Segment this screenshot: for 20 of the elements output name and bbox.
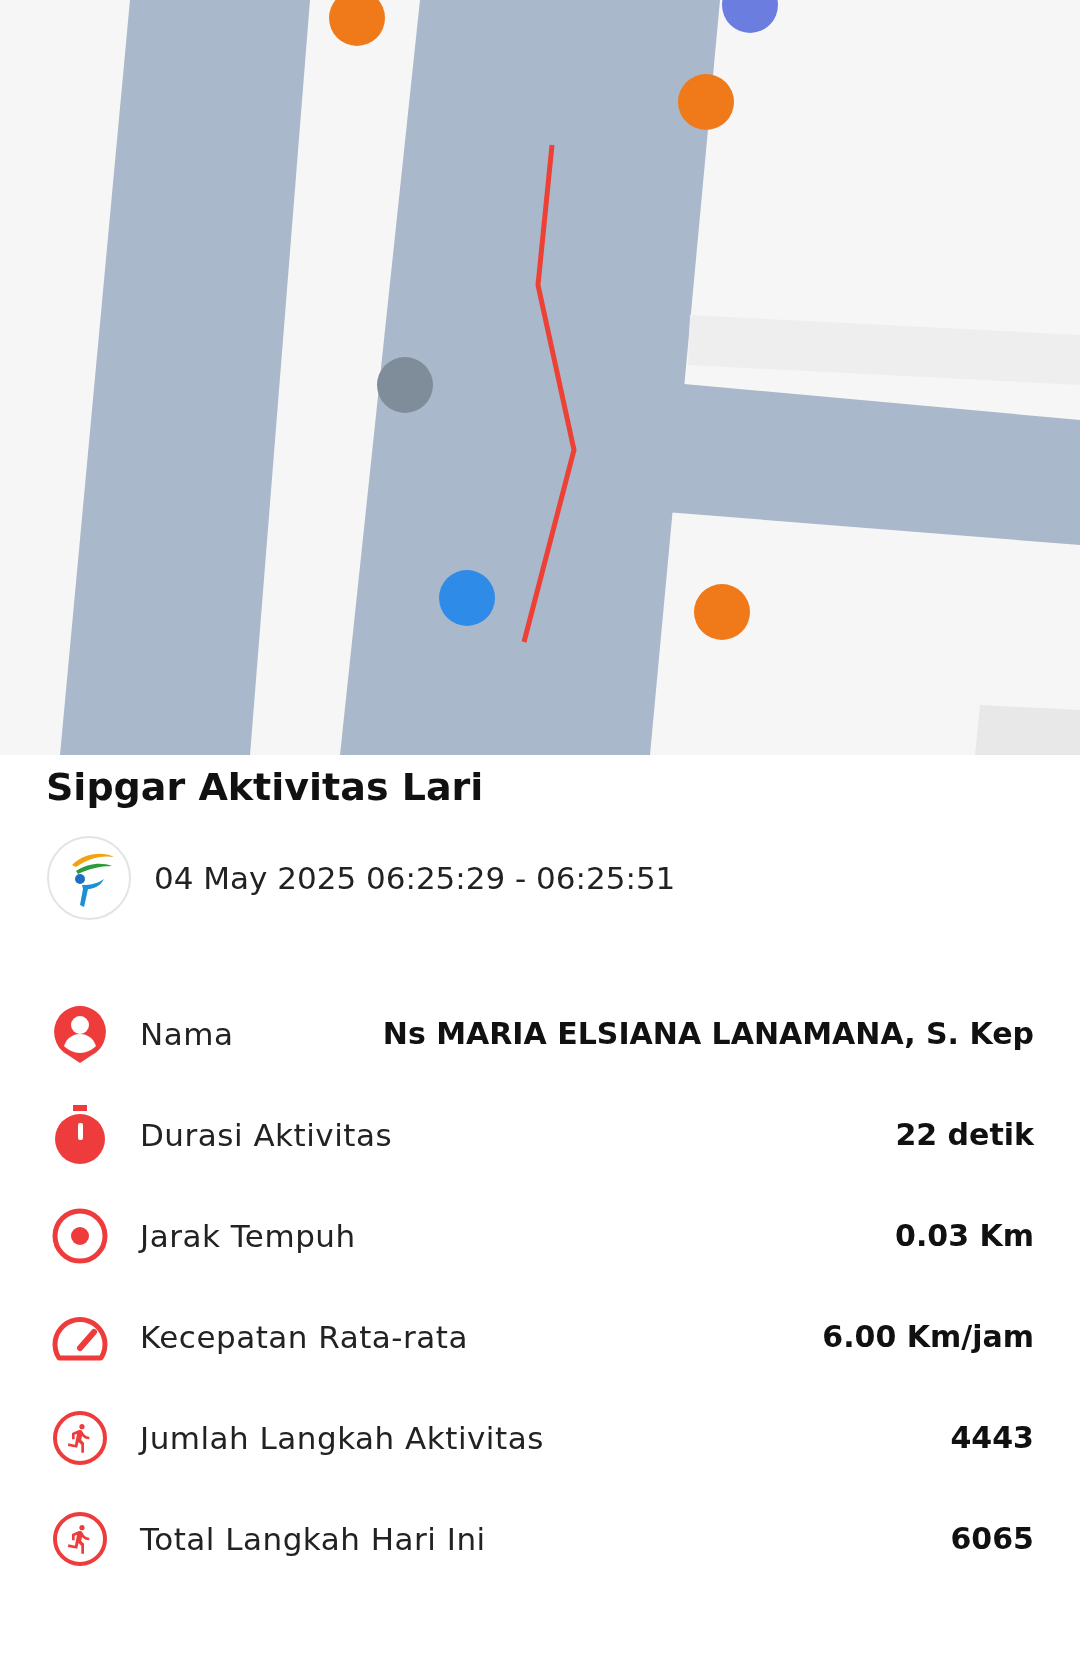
stat-label: Durasi Aktivitas: [140, 1116, 394, 1153]
person-icon: [52, 1003, 108, 1064]
target-icon: [51, 1206, 109, 1265]
stat-label: Jarak Tempuh: [140, 1217, 357, 1254]
stat-label: Nama: [140, 1015, 235, 1052]
stat-value: 0.03 Km: [895, 1218, 1034, 1253]
stopwatch-icon: [53, 1104, 107, 1165]
date-range: 04 May 2025 06:25:29 - 06:25:51: [154, 860, 676, 896]
stat-label: Kecepatan Rata-rata: [140, 1318, 469, 1355]
stat-label: Total Langkah Hari Ini: [140, 1520, 487, 1557]
runner-logo-icon: [46, 835, 132, 921]
page-title: Sipgar Aktivitas Lari: [46, 765, 485, 809]
stat-value: Ns MARIA ELSIANA LANAMANA, S. Kep: [382, 1016, 1034, 1051]
stat-value: 4443: [950, 1420, 1034, 1455]
stat-value: 6065: [950, 1521, 1034, 1556]
stat-value: 22 detik: [895, 1117, 1034, 1152]
runner-icon: [51, 1408, 109, 1467]
runner-icon: [51, 1509, 109, 1568]
stat-label: Jumlah Langkah Aktivitas: [140, 1419, 545, 1456]
stat-value: 6.00 Km/jam: [822, 1319, 1034, 1354]
